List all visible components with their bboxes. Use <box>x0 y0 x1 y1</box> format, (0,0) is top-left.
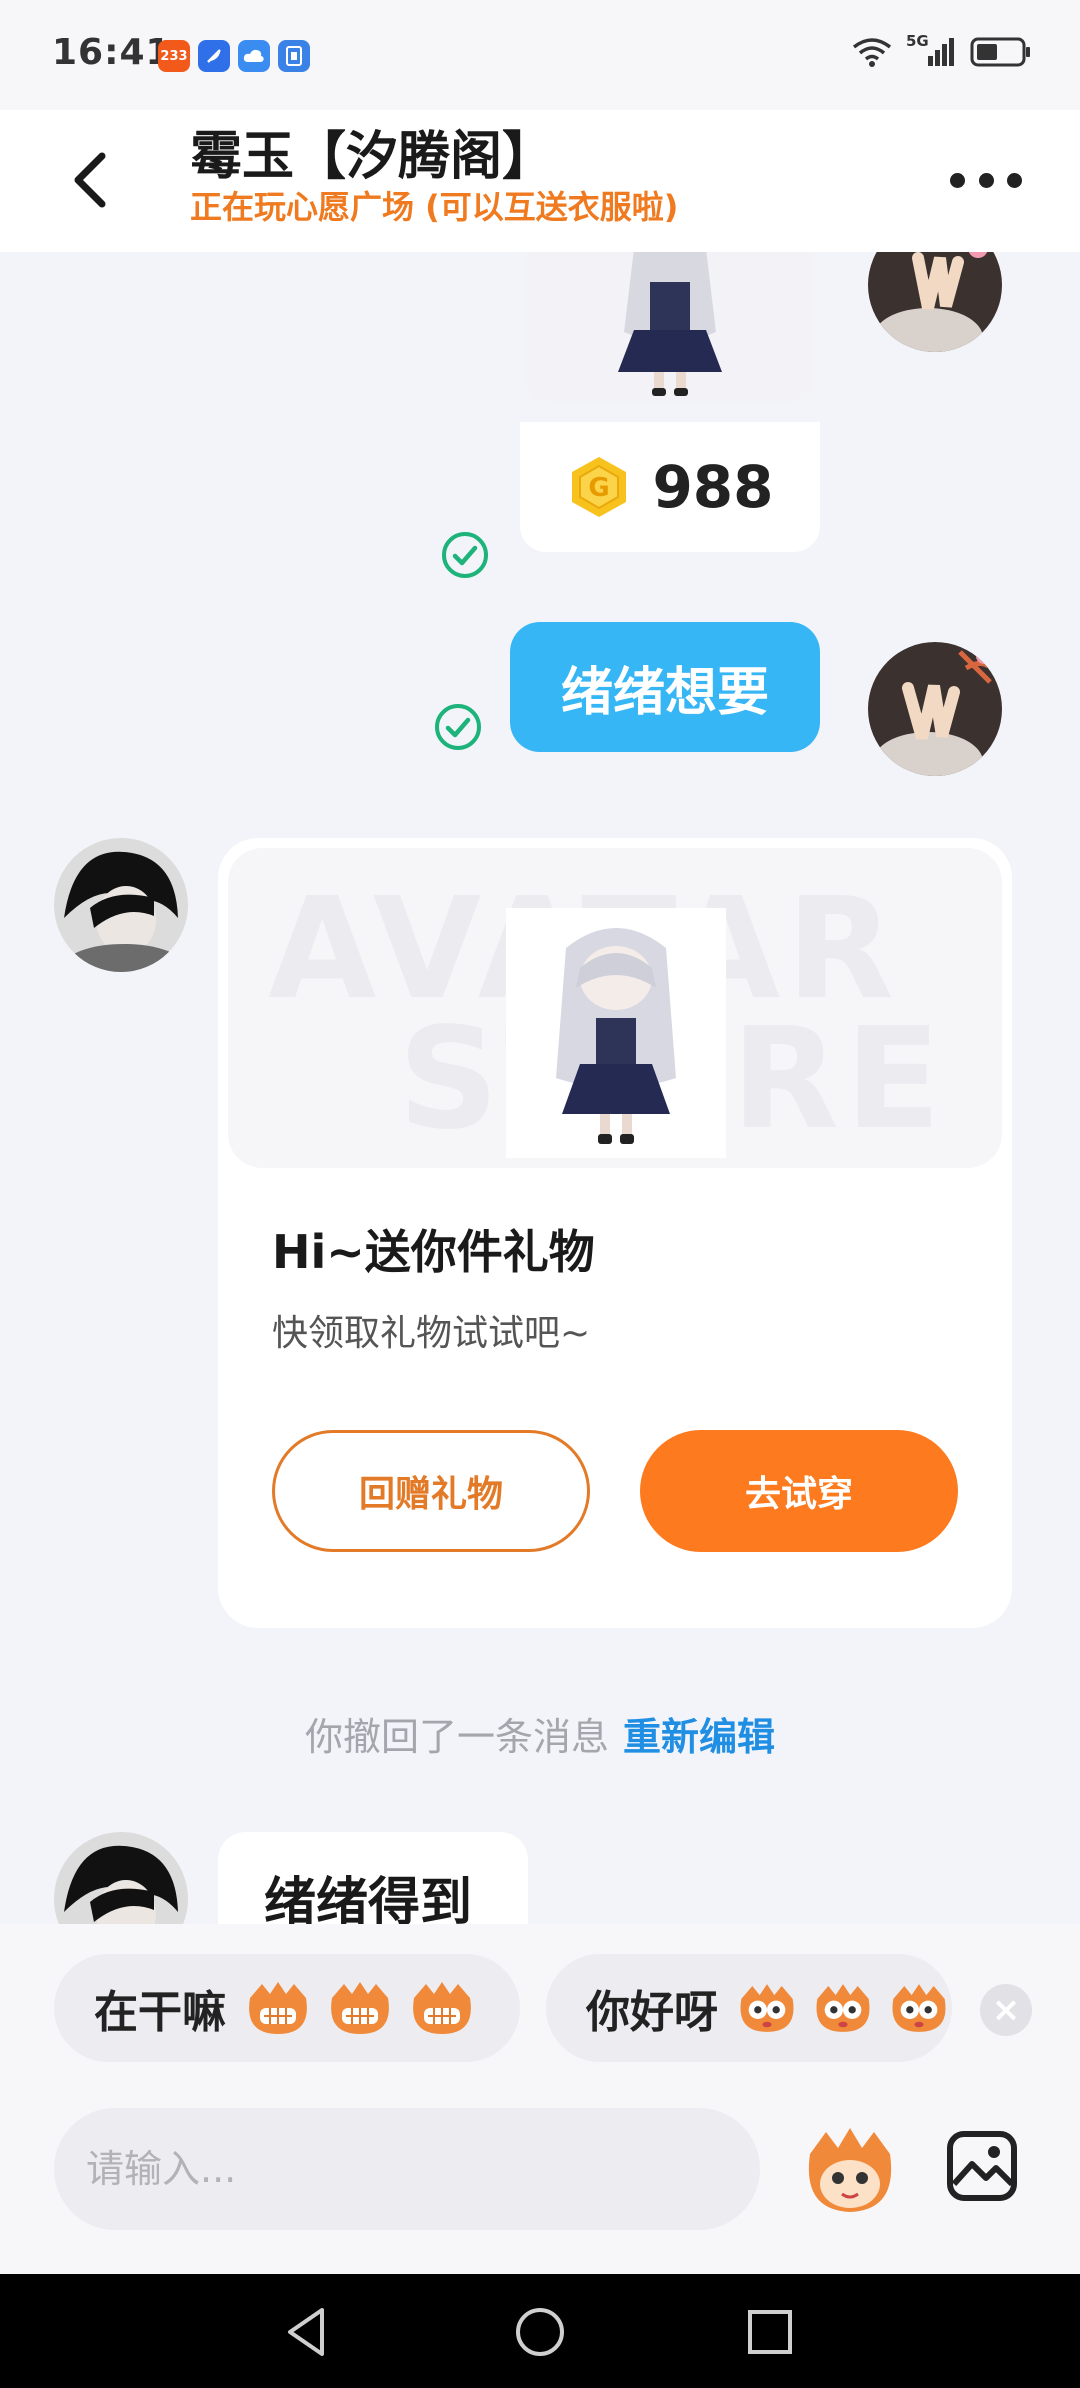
nav-recents-icon[interactable] <box>740 2302 800 2362</box>
document-app-icon <box>278 40 310 72</box>
battery-icon <box>970 37 1030 67</box>
nav-home-icon[interactable] <box>510 2302 570 2362</box>
status-indicators: 5G <box>852 32 1032 68</box>
grin-emoji-icon <box>331 1982 389 2034</box>
more-dot <box>978 172 994 188</box>
input-bar <box>0 2104 1080 2274</box>
contact-avatar[interactable] <box>54 838 188 972</box>
received-text-message[interactable]: 绪绪得到 <box>218 1832 528 1924</box>
gift-price-row: G 988 <box>520 422 820 552</box>
wide-eye-emoji-icon <box>892 1984 946 2032</box>
gift-card[interactable]: AVATAR STORE Hi~送你件礼物 快领取礼物试试吧~ 回赠礼物 去试穿 <box>218 838 1012 1628</box>
gift-price: 988 <box>652 453 774 521</box>
grin-emoji-icon <box>413 1982 471 2034</box>
gift-card-image: AVATAR STORE <box>228 848 1002 1168</box>
recall-text: 你撤回了一条消息 <box>304 1715 609 1759</box>
mascot-emoji-icon <box>808 2128 892 2212</box>
return-gift-button[interactable]: 回赠礼物 <box>272 1430 590 1552</box>
more-options-button[interactable] <box>950 158 1022 202</box>
coin-icon: G <box>572 457 627 517</box>
contact-avatar[interactable] <box>54 1832 188 1924</box>
try-on-button[interactable]: 去试穿 <box>640 1430 958 1552</box>
wide-eye-emoji-icon <box>740 1984 794 2032</box>
my-avatar[interactable] <box>868 642 1002 776</box>
more-dot <box>1007 172 1022 188</box>
quick-reply-chip[interactable]: 你好呀 <box>546 1954 952 2062</box>
close-quick-replies-button[interactable]: × <box>980 1984 1032 2036</box>
delivered-check-icon <box>435 704 481 750</box>
grin-emoji-icon <box>249 1982 307 2034</box>
outfit-figure <box>506 908 726 1158</box>
chat-messages[interactable]: G 988 绪绪想要 Hi~送你件礼物 快领取礼物试试吧~ 回赠礼物 去试穿 你… <box>0 252 1080 1924</box>
emoji-button[interactable] <box>800 2120 900 2220</box>
quick-reply-bar: 在干嘛 你好呀 × <box>0 1924 1080 2104</box>
app-233-icon: 233 <box>158 40 190 72</box>
quick-reply-chip[interactable]: 在干嘛 <box>54 1954 520 2062</box>
back-button[interactable] <box>62 134 122 224</box>
cloud-app-icon <box>238 40 270 72</box>
chevron-left-icon <box>74 152 106 208</box>
more-dot <box>950 172 965 188</box>
message-input[interactable] <box>54 2108 760 2230</box>
gift-card-title: Hi~送你件礼物 <box>272 1225 595 1279</box>
wide-eye-emoji-icon <box>816 1984 870 2032</box>
status-app-icons: 233 <box>158 40 310 72</box>
recall-notice: 你撤回了一条消息 重新编辑 <box>0 1706 1080 1761</box>
re-edit-link[interactable]: 重新编辑 <box>623 1715 775 1759</box>
gift-card-subtitle: 快领取礼物试试吧~ <box>272 1313 591 1354</box>
contact-status: 正在玩心愿广场 (可以互送衣服啦) <box>190 188 679 226</box>
gift-preview-image <box>526 252 814 402</box>
chat-header: 霉玉【汐腾阁】 正在玩心愿广场 (可以互送衣服啦) <box>0 110 1080 252</box>
image-icon <box>947 2131 1017 2201</box>
status-bar: 16:41 233 5G <box>0 0 1080 110</box>
status-time: 16:41 <box>52 32 172 73</box>
quick-reply-text: 你好呀 <box>586 1987 718 2038</box>
contact-name: 霉玉【汐腾阁】 <box>190 127 555 187</box>
svg-text:G: G <box>589 473 610 503</box>
system-nav-bar <box>0 2274 1080 2388</box>
sent-text-message[interactable]: 绪绪想要 <box>510 622 820 752</box>
wifi-icon <box>852 38 892 67</box>
signal-icon: 5G <box>906 32 956 68</box>
sent-gift-card[interactable]: G 988 <box>520 252 820 632</box>
my-avatar[interactable] <box>868 252 1002 352</box>
image-picker-button[interactable] <box>946 2130 1018 2202</box>
close-icon: × <box>991 1990 1021 2030</box>
quick-reply-text: 在干嘛 <box>94 1987 226 2038</box>
delivered-check-icon <box>442 532 488 578</box>
nav-back-icon[interactable] <box>278 2302 338 2362</box>
feather-app-icon <box>198 40 230 72</box>
